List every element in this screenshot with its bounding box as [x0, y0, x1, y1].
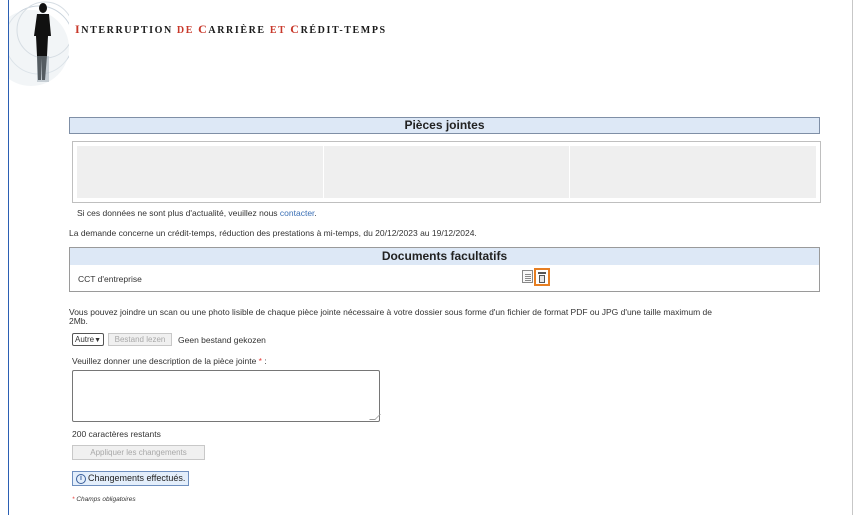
pieces-jointes-table: [72, 141, 821, 203]
title-word: ARRIÈRE: [208, 25, 266, 36]
remaining-characters: 200 caractères restants: [72, 429, 161, 439]
column-divider: [323, 146, 324, 198]
select-value: Autre: [75, 335, 95, 344]
upload-instructions: Vous pouvez joindre un scan ou une photo…: [69, 307, 712, 317]
title-word: NTERRUPTION: [81, 25, 173, 36]
description-colon: :: [261, 356, 267, 366]
pieces-jointes-table-body: [77, 146, 816, 198]
column-divider: [569, 146, 570, 198]
title-sep: DE: [176, 25, 194, 36]
stale-prefix: Si ces données ne sont plus d'actualité,…: [77, 208, 280, 218]
site-title: INTERRUPTION DE CARRIÈRE ET CRÉDIT-TEMPS: [75, 22, 387, 37]
success-notice: i Changements effectués.: [72, 471, 190, 486]
description-label: Veuillez donner une description de la pi…: [72, 356, 267, 366]
documents-facultatifs: Documents facultatifs CCT d'entreprise: [69, 247, 820, 292]
title-cap: C: [198, 22, 209, 36]
description-label-text: Veuillez donner une description de la pi…: [72, 356, 257, 366]
document-row: CCT d'entreprise: [70, 265, 819, 291]
choose-file-button[interactable]: Bestand lezen: [108, 333, 172, 346]
request-summary: La demande concerne un crédit-temps, réd…: [69, 228, 477, 238]
document-icon[interactable]: [522, 270, 533, 283]
document-type-select[interactable]: Autre ▼: [72, 333, 104, 346]
stale-data-notice: Si ces données ne sont plus d'actualité,…: [77, 208, 317, 218]
header: INTERRUPTION DE CARRIÈRE ET CRÉDIT-TEMPS: [9, 0, 854, 108]
title-sep: ET: [269, 25, 287, 36]
required-fields-note: * Champs obligatoires: [72, 496, 136, 503]
required-note-text: Champs obligatoires: [74, 496, 136, 503]
chevron-down-icon: ▼: [94, 337, 101, 344]
stale-suffix: .: [314, 208, 317, 218]
notice-text: Changements effectués.: [88, 473, 186, 483]
title-cap: C: [290, 22, 301, 36]
description-textarea[interactable]: [72, 370, 381, 422]
page-frame: INTERRUPTION DE CARRIÈRE ET CRÉDIT-TEMPS…: [8, 0, 853, 515]
info-icon: i: [76, 473, 86, 484]
contact-link[interactable]: contacter: [280, 208, 315, 218]
documents-header: Documents facultatifs: [70, 248, 819, 265]
apply-changes-button[interactable]: Appliquer les changements: [72, 445, 205, 460]
resize-grip-icon[interactable]: [369, 414, 381, 420]
logo: [9, 1, 69, 86]
title-word: RÉDIT-TEMPS: [300, 25, 387, 36]
upload-instructions-cont: 2Mb.: [69, 316, 88, 326]
file-status: Geen bestand gekozen: [178, 335, 266, 345]
document-label: CCT d'entreprise: [78, 274, 142, 284]
trash-icon[interactable]: [534, 268, 550, 286]
pieces-jointes-header: Pièces jointes: [69, 117, 820, 134]
